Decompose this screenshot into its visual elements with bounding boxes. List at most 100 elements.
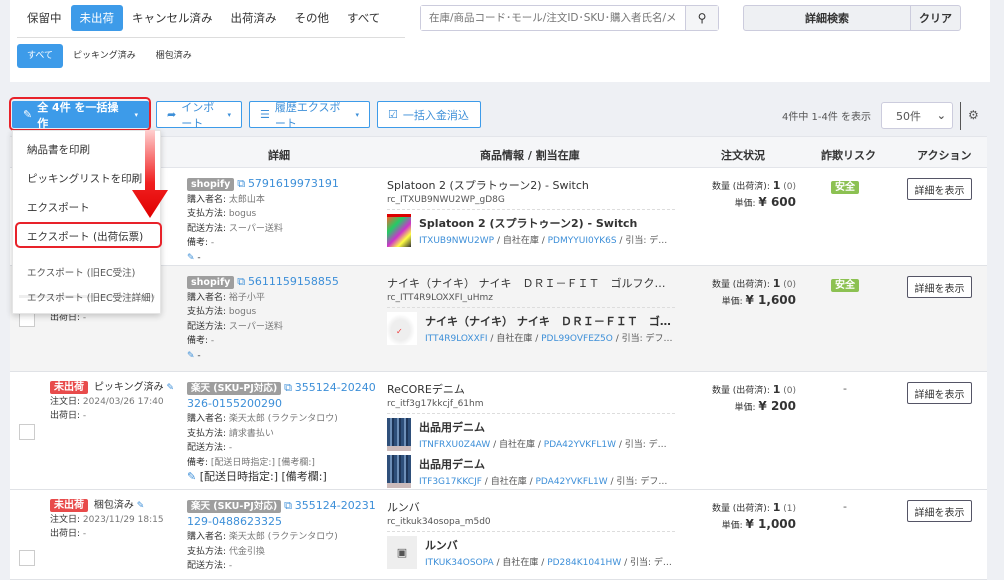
label: 数量 (出荷済): xyxy=(711,280,773,290)
sub-tab-1[interactable]: ピッキング済み xyxy=(63,44,146,68)
advanced-search-button[interactable]: 詳細検索 xyxy=(744,6,911,30)
mall-badge: 楽天 (SKU-PJ対応) xyxy=(187,500,282,513)
per-page-select[interactable]: 50件 ⌄ xyxy=(881,102,953,129)
fraud-badge: - xyxy=(843,500,847,513)
order-id-link[interactable]: 5611159158855 xyxy=(248,275,339,288)
label: 注文日: xyxy=(50,515,83,525)
view-detail-button[interactable]: 詳細を表示 xyxy=(907,276,972,298)
item-code-link[interactable]: ITNFRXU0Z4AW xyxy=(419,440,490,450)
location-link[interactable]: PDMYYUI0YK6S xyxy=(548,236,617,246)
history-export-button[interactable]: ☰ 履歴エクスポート ▾ xyxy=(249,101,370,130)
label: 備考: xyxy=(187,238,211,248)
order-status: 未出荷 ピッキング済み ✎ 注文日: 2024/03/26 17:40 出荷日: - xyxy=(50,381,174,423)
buyer-name: 太郎山本 xyxy=(228,194,265,205)
alloc-label: 引当: xyxy=(621,334,646,344)
sub-tab-0[interactable]: すべて xyxy=(17,44,64,68)
pencil-icon[interactable]: ✎ xyxy=(187,470,196,483)
status-tabs: 保留中 未出荷 キャンセル済み 出荷済み その他 すべて xyxy=(18,5,389,31)
item-links: ITNFRXU0Z4AW / 自社在庫 / PDA42YVKFL1W / 引当:… xyxy=(419,437,674,450)
product-code: rc_ITXUB9NWU2WP_gD8G xyxy=(387,195,675,210)
divider xyxy=(960,102,961,130)
tab-0[interactable]: 保留中 xyxy=(18,5,71,31)
location-link[interactable]: PDA42YVKFL1W xyxy=(544,440,616,450)
tab-4[interactable]: その他 xyxy=(286,5,339,31)
tab-5[interactable]: すべて xyxy=(338,5,389,31)
menu-item-export-old-ec[interactable]: エクスポート (旧EC受注) xyxy=(27,265,135,279)
view-detail-button[interactable]: 詳細を表示 xyxy=(907,500,972,522)
order-status: 未出荷 梱包済み ✎ 注文日: 2023/11/29 18:15 出荷日: - xyxy=(50,499,164,541)
shipping-method: スーパー送料 xyxy=(228,223,283,234)
product-info: ルンバ rc_itkuk34osopa_m5d0 ▣ ルンバ ITKUK34OSO… xyxy=(387,499,680,569)
qty: 1 xyxy=(772,277,781,290)
tab-2[interactable]: キャンセル済み xyxy=(123,5,222,31)
product-title: ReCOREデニム xyxy=(387,383,465,396)
sub-tab-2[interactable]: 梱包済み xyxy=(146,44,202,68)
tab-3[interactable]: 出荷済み xyxy=(222,5,286,31)
external-link-icon[interactable]: ⧉ xyxy=(237,177,245,190)
label: 単価: xyxy=(721,297,746,307)
clear-button[interactable]: クリア xyxy=(911,6,960,30)
shipping-method: - xyxy=(228,443,233,453)
view-detail-button[interactable]: 詳細を表示 xyxy=(907,178,972,200)
order-id-link[interactable]: 5791619973191 xyxy=(248,177,339,190)
menu-item-print-delivery[interactable]: 納品書を印刷 xyxy=(27,142,90,157)
mall-badge: 楽天 (SKU-PJ対応) xyxy=(187,382,282,395)
gear-icon[interactable]: ⚙ xyxy=(968,108,979,122)
label: 出荷日: xyxy=(50,313,83,323)
pencil-icon[interactable]: ✎ xyxy=(187,351,195,361)
external-link-icon[interactable]: ⧉ xyxy=(237,275,245,288)
row-checkbox[interactable] xyxy=(19,424,35,440)
menu-item-export-old-ec-detail[interactable]: エクスポート (旧EC受注詳細) xyxy=(27,290,154,304)
unit-price: ¥ 600 xyxy=(758,195,796,209)
row-checkbox[interactable] xyxy=(19,550,35,566)
pencil-icon[interactable]: ✎ xyxy=(166,383,174,393)
chevron-down-icon: ⌄ xyxy=(936,109,946,122)
alloc-value: デフォルト /... xyxy=(640,477,674,487)
view-detail-button[interactable]: 詳細を表示 xyxy=(907,382,972,404)
note: [配送日時指定:] [備考欄:] xyxy=(210,457,315,468)
fraud-risk: 安全 xyxy=(790,276,900,292)
label: 支払方法: xyxy=(187,428,229,439)
stock-label: 自社在庫 xyxy=(502,236,539,246)
location-link[interactable]: PDA42YVKFL1W xyxy=(535,477,607,487)
external-link-icon[interactable]: ⧉ xyxy=(284,499,292,512)
item-code-link[interactable]: ITXUB9NWU2WP xyxy=(419,236,494,246)
menu-item-print-picking[interactable]: ピッキングリストを印刷 xyxy=(27,171,142,186)
unit-price: ¥ 200 xyxy=(758,399,796,413)
item-code-link[interactable]: ITF3G17KKCJF xyxy=(419,477,482,487)
unit-price: ¥ 1,600 xyxy=(745,293,796,307)
image-icon: ▣ xyxy=(396,546,408,559)
order-detail: 楽天 (SKU-PJ対応) ⧉ 355124-20240326-01552002… xyxy=(187,381,382,485)
tab-1[interactable]: 未出荷 xyxy=(70,5,123,31)
external-link-icon[interactable]: ⧉ xyxy=(284,381,292,394)
alloc-label: 引当: xyxy=(616,477,641,487)
label: 数量 (出荷済): xyxy=(711,386,773,396)
pencil-icon[interactable]: ✎ xyxy=(187,253,195,263)
bulk-payment-button[interactable]: ☑ 一括入金消込 xyxy=(377,101,481,128)
search-input[interactable] xyxy=(421,6,685,30)
label: 購入者名: xyxy=(187,194,229,205)
item-code-link[interactable]: ITKUK34OSOPA xyxy=(425,558,494,568)
order-detail: shopify ⧉ 5791619973191 購入者名: 太郎山本 支払方法:… xyxy=(187,177,382,265)
payment-method: 請求書払い xyxy=(228,428,274,439)
location-link[interactable]: PD284K1041HW xyxy=(547,558,621,568)
header-detail: 詳細 xyxy=(268,149,290,162)
menu-item-export[interactable]: エクスポート xyxy=(27,200,90,215)
allocated-item: Splatoon 2 (スプラトゥーン2) - Switch ITXUB9NWU… xyxy=(387,214,675,247)
search-box: ⚲ xyxy=(420,5,719,31)
fraud-risk: - xyxy=(790,382,900,395)
import-button[interactable]: ➦ インポート ▾ xyxy=(156,101,242,130)
header-fraud: 詐欺リスク xyxy=(821,149,876,162)
highlight-box xyxy=(15,222,162,248)
item-code-link[interactable]: ITT4R9LOXXFI xyxy=(425,334,488,344)
caret-icon: ▾ xyxy=(355,110,359,119)
allocated-item: 出品用デニム ITF3G17KKCJF / 自社在庫 / PDA42YVKFL1… xyxy=(387,455,675,488)
product-code: rc_itkuk34osopa_m5d0 xyxy=(387,517,675,532)
product-thumbnail xyxy=(387,418,411,451)
search-button[interactable]: ⚲ xyxy=(685,6,718,30)
stock-label: 自社在庫 xyxy=(490,477,527,487)
alloc-label: 引当: xyxy=(624,440,649,450)
status-badge: 未出荷 xyxy=(50,381,88,394)
location-link[interactable]: PDL99OVFEZ5O xyxy=(541,334,613,344)
pencil-icon[interactable]: ✎ xyxy=(137,501,145,511)
